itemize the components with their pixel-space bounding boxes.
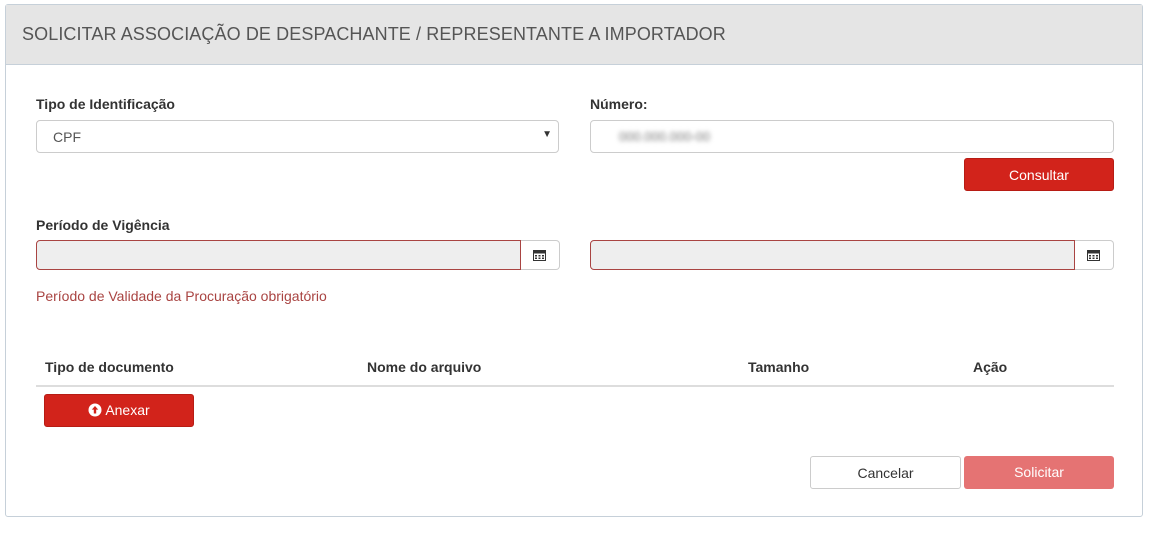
attach-button[interactable]: Anexar [44, 394, 194, 427]
start-date-input[interactable] [36, 240, 521, 270]
calendar-icon [533, 250, 546, 261]
request-panel: SOLICITAR ASSOCIAÇÃO DE DESPACHANTE / RE… [5, 4, 1143, 517]
end-date-input[interactable] [590, 240, 1075, 270]
end-date-calendar-button[interactable] [1075, 240, 1114, 270]
cancel-button[interactable]: Cancelar [810, 456, 961, 489]
upload-circle-icon [88, 403, 102, 417]
start-date-calendar-button[interactable] [521, 240, 560, 270]
attach-label: Anexar [105, 402, 150, 418]
number-value: 000.000.000-00 [619, 129, 711, 144]
column-header-document-type: Tipo de documento [45, 359, 174, 375]
consult-button[interactable]: Consultar [964, 158, 1114, 191]
validity-error-message: Período de Validade da Procuração obriga… [36, 288, 327, 304]
number-input[interactable]: 000.000.000-00 [590, 120, 1114, 153]
table-header-divider [36, 385, 1114, 387]
calendar-icon [1087, 250, 1100, 261]
id-type-value: CPF [53, 129, 81, 145]
id-type-select[interactable]: CPF ▼ [36, 120, 559, 153]
column-header-action: Ação [973, 359, 1008, 375]
panel-title: SOLICITAR ASSOCIAÇÃO DE DESPACHANTE / RE… [6, 5, 1142, 65]
chevron-down-icon: ▼ [542, 129, 552, 140]
column-header-size: Tamanho [748, 359, 810, 375]
column-header-file-name: Nome do arquivo [367, 359, 482, 375]
number-label: Número: [590, 96, 648, 112]
id-type-label: Tipo de Identificação [36, 96, 175, 112]
submit-button[interactable]: Solicitar [964, 456, 1114, 489]
validity-label: Período de Vigência [36, 217, 170, 233]
